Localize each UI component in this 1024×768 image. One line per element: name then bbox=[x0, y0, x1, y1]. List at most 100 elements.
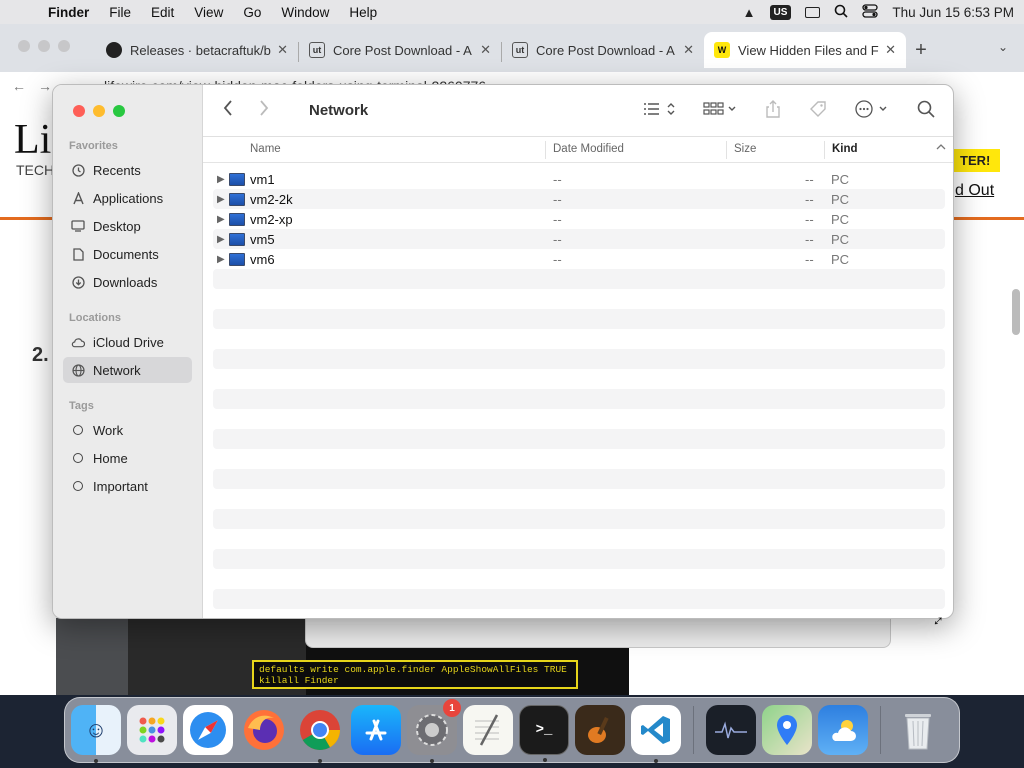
weather-icon[interactable] bbox=[818, 705, 868, 755]
disclosure-triangle-icon[interactable]: ▶ bbox=[217, 254, 225, 265]
screen-mirroring-icon[interactable] bbox=[805, 6, 821, 18]
column-size[interactable]: Size bbox=[734, 143, 756, 155]
disclosure-triangle-icon[interactable]: ▶ bbox=[217, 174, 225, 185]
tag-icon[interactable] bbox=[809, 100, 827, 122]
sort-ascending-icon[interactable] bbox=[936, 142, 946, 154]
browser-tab-lifewire[interactable]: W View Hidden Files and F ✕ bbox=[704, 32, 906, 68]
page-scrollbar[interactable] bbox=[1012, 289, 1020, 335]
item-size: -- bbox=[805, 171, 814, 187]
chrome-icon[interactable] bbox=[295, 705, 345, 763]
newsletter-button[interactable]: TER! bbox=[950, 149, 1001, 172]
locations-heading: Locations bbox=[69, 312, 121, 324]
list-item-vm2-2k[interactable]: ▶ vm2-2k -- -- PC bbox=[213, 189, 945, 209]
menu-edit[interactable]: Edit bbox=[141, 5, 184, 20]
list-item-vm5[interactable]: ▶ vm5 -- -- PC bbox=[213, 229, 945, 249]
menu-file[interactable]: File bbox=[99, 5, 141, 20]
terminal-command-box: defaults write com.apple.finder AppleSho… bbox=[252, 660, 578, 689]
column-date-modified[interactable]: Date Modified bbox=[553, 143, 624, 155]
trash-icon[interactable] bbox=[893, 705, 943, 755]
search-icon[interactable] bbox=[917, 100, 935, 122]
more-actions-icon[interactable] bbox=[855, 99, 889, 122]
finder-icon[interactable]: ☺ bbox=[71, 705, 121, 763]
disclosure-triangle-icon[interactable]: ▶ bbox=[217, 194, 225, 205]
column-kind[interactable]: Kind bbox=[832, 143, 858, 155]
menu-app-name[interactable]: Finder bbox=[38, 5, 99, 20]
menu-go[interactable]: Go bbox=[233, 5, 271, 20]
sidebar-item-desktop[interactable]: Desktop bbox=[63, 213, 192, 239]
safari-icon[interactable] bbox=[183, 705, 233, 755]
launchpad-icon[interactable] bbox=[127, 705, 177, 755]
item-date: -- bbox=[553, 211, 562, 227]
zoom-button[interactable] bbox=[113, 105, 125, 117]
computer-icon bbox=[229, 192, 245, 206]
tab-search-chevron-icon[interactable]: ⌄ bbox=[998, 40, 1008, 54]
control-center-icon[interactable] bbox=[862, 3, 879, 21]
browser-window-controls bbox=[18, 40, 70, 52]
close-tab-icon[interactable]: ✕ bbox=[480, 42, 491, 58]
sidebar-item-icloud-drive[interactable]: iCloud Drive bbox=[63, 329, 192, 355]
terminal-line: defaults write com.apple.finder AppleSho… bbox=[259, 664, 567, 675]
list-item-vm2-xp[interactable]: ▶ vm2-xp -- -- PC bbox=[213, 209, 945, 229]
input-source[interactable]: US bbox=[769, 4, 792, 20]
app-store-icon[interactable] bbox=[351, 705, 401, 755]
sidebar-item-recents[interactable]: Recents bbox=[63, 157, 192, 183]
disclosure-triangle-icon[interactable]: ▶ bbox=[217, 234, 225, 245]
wifi-icon[interactable]: ▲ bbox=[743, 5, 756, 20]
dock-separator bbox=[880, 706, 881, 754]
garageband-icon[interactable] bbox=[575, 705, 625, 755]
item-size: -- bbox=[805, 191, 814, 207]
sidebar-tag-home[interactable]: Home bbox=[63, 445, 192, 471]
close-tab-icon[interactable]: ✕ bbox=[683, 42, 694, 58]
menu-clock[interactable]: Thu Jun 15 6:53 PM bbox=[892, 5, 1014, 20]
activity-monitor-icon[interactable] bbox=[706, 705, 756, 755]
item-name: vm2-2k bbox=[250, 191, 293, 207]
item-name: vm5 bbox=[250, 231, 275, 247]
item-name: vm6 bbox=[250, 251, 275, 267]
page-link[interactable]: d Out bbox=[955, 182, 994, 200]
menu-window[interactable]: Window bbox=[271, 5, 339, 20]
globe-icon bbox=[71, 363, 85, 377]
terminal-icon[interactable]: >_ bbox=[519, 705, 569, 762]
list-item-vm1[interactable]: ▶ vm1 -- -- PC bbox=[213, 169, 945, 189]
minimize-button[interactable] bbox=[93, 105, 105, 117]
sidebar-item-network[interactable]: Network bbox=[63, 357, 192, 383]
column-name[interactable]: Name bbox=[250, 143, 281, 155]
disclosure-triangle-icon[interactable]: ▶ bbox=[217, 214, 225, 225]
list-view-icon[interactable] bbox=[643, 101, 675, 121]
sidebar-tag-important[interactable]: Important bbox=[63, 473, 192, 499]
close-button[interactable] bbox=[73, 105, 85, 117]
forward-button[interactable] bbox=[259, 100, 295, 121]
group-by-icon[interactable] bbox=[703, 101, 737, 121]
close-tab-icon[interactable]: ✕ bbox=[277, 42, 288, 58]
forward-icon[interactable]: → bbox=[38, 78, 52, 94]
back-button[interactable] bbox=[223, 100, 259, 121]
item-date: -- bbox=[553, 171, 562, 187]
browser-tab-uptodown-2[interactable]: ut Core Post Download - A ✕ bbox=[502, 32, 704, 68]
menu-view[interactable]: View bbox=[184, 5, 233, 20]
browser-tab-uptodown-1[interactable]: ut Core Post Download - A ✕ bbox=[299, 32, 501, 68]
maps-icon[interactable] bbox=[762, 705, 812, 755]
vscode-icon[interactable] bbox=[631, 705, 681, 763]
share-icon[interactable] bbox=[765, 99, 781, 122]
tags-heading: Tags bbox=[69, 400, 94, 412]
sidebar-item-documents[interactable]: Documents bbox=[63, 241, 192, 267]
system-settings-icon[interactable]: 1 bbox=[407, 699, 461, 763]
textedit-icon[interactable] bbox=[463, 705, 513, 755]
sidebar-tag-work[interactable]: Work bbox=[63, 417, 192, 443]
browser-tab-github[interactable]: Releases · betacraftuk/b ✕ bbox=[96, 32, 298, 68]
close-tab-icon[interactable]: ✕ bbox=[885, 42, 896, 58]
github-icon bbox=[106, 42, 122, 58]
new-tab-button[interactable]: + bbox=[906, 39, 936, 62]
sidebar-item-applications[interactable]: Applications bbox=[63, 185, 192, 211]
spotlight-search-icon[interactable] bbox=[834, 4, 848, 21]
list-item-vm6[interactable]: ▶ vm6 -- -- PC bbox=[213, 249, 945, 269]
back-icon[interactable]: ← bbox=[12, 78, 26, 94]
firefox-icon[interactable] bbox=[239, 705, 289, 755]
menu-bar: Finder File Edit View Go Window Help ▲ U… bbox=[0, 0, 1024, 24]
document-icon bbox=[71, 247, 85, 261]
menu-help[interactable]: Help bbox=[339, 5, 387, 20]
empty-row-stripe bbox=[213, 389, 945, 409]
sidebar-item-downloads[interactable]: Downloads bbox=[63, 269, 192, 295]
tab-title: Releases · betacraftuk/b bbox=[130, 42, 271, 58]
item-size: -- bbox=[805, 211, 814, 227]
